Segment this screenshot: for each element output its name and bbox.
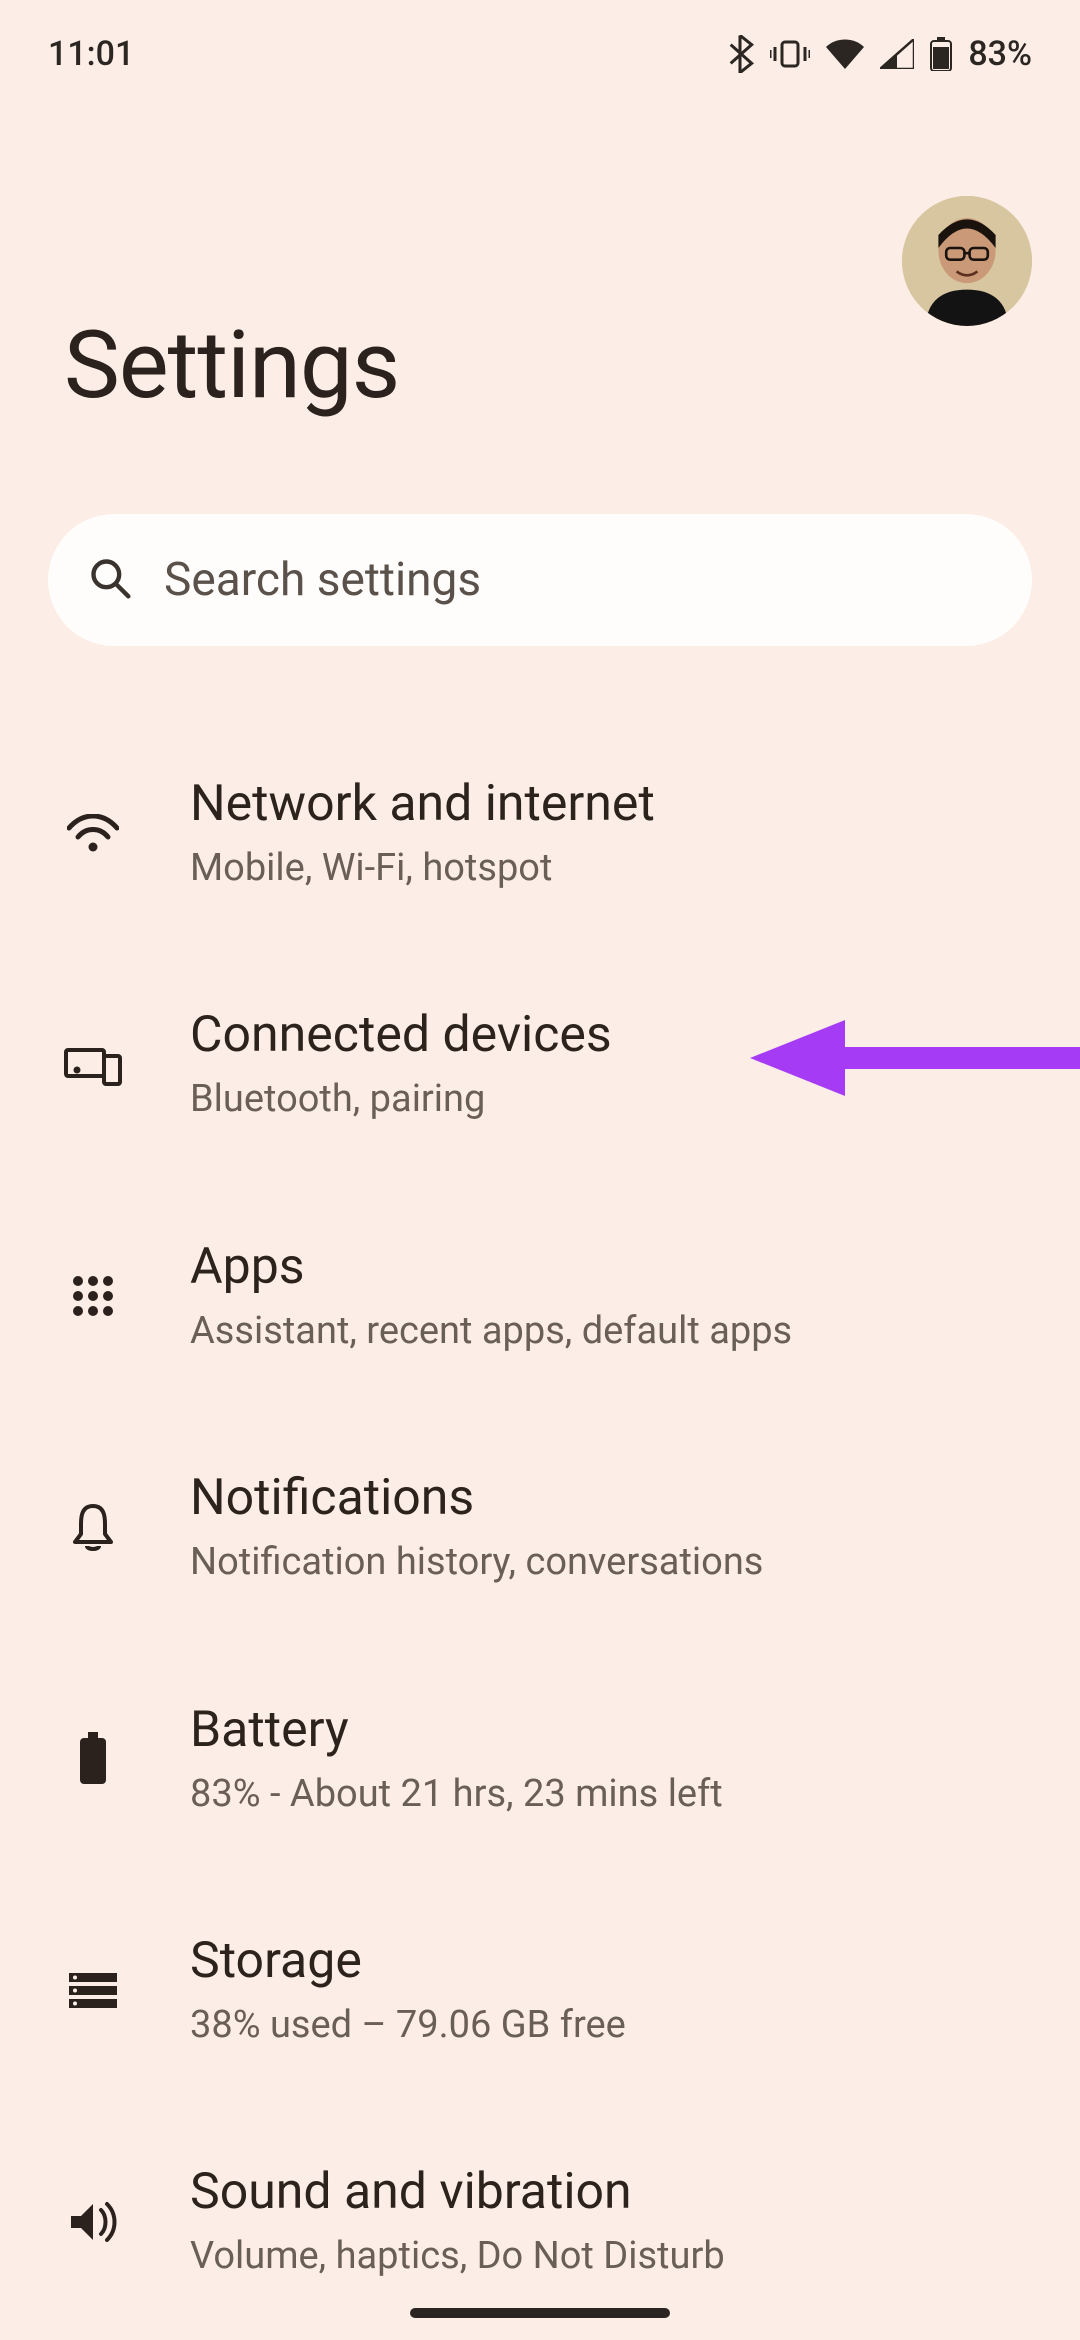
setting-title: Battery [190, 1700, 1032, 1760]
setting-connected-devices[interactable]: Connected devices Bluetooth, pairing [0, 949, 1080, 1180]
cell-signal-icon [880, 39, 914, 69]
battery-icon [48, 1732, 138, 1786]
status-bar: 11:01 83% [0, 0, 1080, 80]
setting-sub: 83% - About 21 hrs, 23 mins left [190, 1770, 1032, 1819]
setting-sub: Assistant, recent apps, default apps [190, 1307, 1032, 1356]
avatar[interactable] [902, 196, 1032, 326]
wifi-status-icon [826, 39, 864, 69]
setting-battery[interactable]: Battery 83% - About 21 hrs, 23 mins left [0, 1644, 1080, 1875]
status-icons: 83% [726, 34, 1032, 74]
setting-apps[interactable]: Apps Assistant, recent apps, default app… [0, 1181, 1080, 1412]
setting-sound[interactable]: Sound and vibration Volume, haptics, Do … [0, 2106, 1080, 2337]
nav-handle[interactable] [410, 2308, 670, 2318]
apps-icon [48, 1274, 138, 1318]
setting-title: Sound and vibration [190, 2162, 1032, 2222]
setting-notifications[interactable]: Notifications Notification history, conv… [0, 1412, 1080, 1643]
setting-network[interactable]: Network and internet Mobile, Wi-Fi, hots… [0, 718, 1080, 949]
vibrate-icon [770, 38, 810, 70]
setting-sub: Volume, haptics, Do Not Disturb [190, 2232, 1032, 2281]
bluetooth-icon [726, 35, 754, 73]
storage-icon [48, 1971, 138, 2011]
bell-icon [48, 1502, 138, 1554]
search-settings[interactable]: Search settings [48, 514, 1032, 646]
setting-sub: 38% used – 79.06 GB free [190, 2001, 1032, 2050]
wifi-icon [48, 814, 138, 854]
sound-icon [48, 2198, 138, 2246]
setting-title: Apps [190, 1237, 1032, 1297]
setting-sub: Notification history, conversations [190, 1538, 1032, 1587]
battery-percent: 83% [968, 34, 1032, 74]
setting-storage[interactable]: Storage 38% used – 79.06 GB free [0, 1875, 1080, 2106]
setting-title: Storage [190, 1931, 1032, 1991]
devices-icon [48, 1044, 138, 1086]
settings-list: Network and internet Mobile, Wi-Fi, hots… [0, 718, 1080, 2338]
search-icon [88, 556, 132, 604]
setting-sub: Mobile, Wi-Fi, hotspot [190, 844, 1032, 893]
setting-title: Network and internet [190, 774, 1032, 834]
status-time: 11:01 [48, 34, 134, 74]
battery-status-icon [930, 37, 952, 71]
search-placeholder: Search settings [164, 553, 481, 607]
setting-title: Notifications [190, 1468, 1032, 1528]
arrow-annotation-icon [750, 1008, 1080, 1112]
